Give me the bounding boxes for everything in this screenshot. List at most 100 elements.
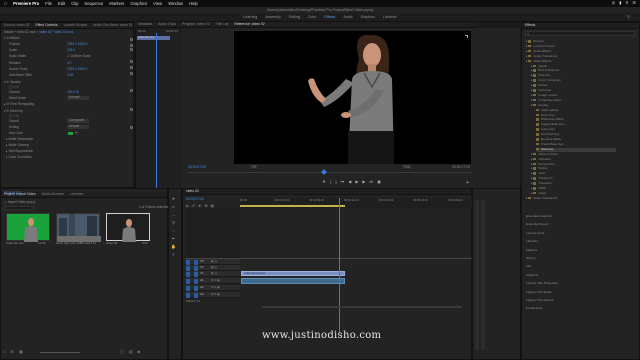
battery-icon[interactable]: ▮: [619, 0, 621, 6]
tab-source[interactable]: Source: video 02: [4, 23, 29, 27]
tab-effect-controls[interactable]: Effect Controls: [35, 23, 57, 27]
mute-solo-icon[interactable]: M S ◉: [211, 285, 220, 290]
tab-metadata[interactable]: Metadata: [138, 22, 152, 26]
thumb-video-02[interactable]: [6, 213, 50, 242]
panel-tab[interactable]: Legacy Title Actions: [526, 298, 553, 303]
reset-icon[interactable]: [130, 72, 133, 75]
timeline-ruler[interactable]: 00:00 00:00:04:23 00:00:09:23 00:00:14:23 00…: [240, 198, 472, 208]
timeline-playhead[interactable]: [338, 198, 340, 333]
source-patch-toggle[interactable]: [186, 259, 190, 265]
ec-mini-timeline[interactable]: 00:00 00:00:15 video 02.mov: [135, 28, 180, 188]
panel-tab[interactable]: Info: [526, 265, 531, 269]
eyedropper-icon[interactable]: ✑: [75, 130, 78, 136]
quality-select[interactable]: Full: [402, 165, 412, 170]
track-target-toggle[interactable]: [194, 285, 198, 291]
position-value[interactable]: 1920.0 1080.0: [67, 42, 87, 47]
fx-row-anchor[interactable]: Anchor Point: [9, 67, 27, 72]
eye-icon[interactable]: ◉ ◎: [211, 271, 217, 276]
reset-icon[interactable]: [130, 44, 133, 47]
rotation-value[interactable]: 0.0: [67, 61, 71, 66]
output-select[interactable]: Composite: [67, 118, 89, 123]
fx-row-time-remap[interactable]: ▸ fx Time Remapping: [4, 102, 34, 107]
ec-clip-chip[interactable]: video 02.mov: [137, 35, 170, 40]
thumb-sequence[interactable]: [106, 213, 150, 242]
track-target-toggle[interactable]: [194, 259, 198, 265]
clip-video-02[interactable]: video 02.mov [V]: [241, 271, 345, 276]
video-frame[interactable]: [234, 31, 471, 164]
fx-row-rotation[interactable]: Rotation: [9, 61, 21, 66]
source-patch-toggle[interactable]: [186, 265, 190, 271]
go-to-out-icon[interactable]: ⏭: [370, 179, 374, 185]
panel-tab[interactable]: History: [526, 256, 536, 261]
lock-icon[interactable]: □: [3, 349, 5, 355]
mute-solo-icon[interactable]: M S ◉: [211, 278, 220, 283]
reset-icon[interactable]: [130, 66, 133, 69]
ec-playhead[interactable]: [156, 33, 157, 188]
track-target-toggle[interactable]: [194, 278, 198, 284]
key-color-swatch[interactable]: [68, 132, 73, 135]
fx-row-position[interactable]: Position: [9, 42, 20, 47]
source-patch-toggle[interactable]: [186, 285, 190, 291]
razor-icon[interactable]: ⚲: [171, 220, 176, 225]
fx-row-color-correction[interactable]: ▸ Color Correction: [6, 155, 32, 160]
mark-in-icon[interactable]: {: [330, 179, 331, 185]
panel-tab[interactable]: Markers: [526, 248, 537, 253]
menu-list-icon[interactable]: ☰: [632, 0, 636, 6]
slip-tool-icon[interactable]: ⇔: [171, 228, 176, 233]
track-target-toggle[interactable]: [194, 292, 198, 298]
fx-row-motion[interactable]: ▾ fx Motion: [4, 36, 19, 41]
fx-row-spill-suppression[interactable]: ▸ Spill Suppression: [6, 149, 33, 154]
workspace-search-icon[interactable]: ⚲: [627, 14, 630, 20]
timeline-timecode[interactable]: 00:00:07:03: [186, 197, 204, 201]
zoom-slider[interactable]: [40, 352, 80, 353]
fx-row-setting[interactable]: Setting: [9, 125, 19, 130]
fx-row-matte-cleanup[interactable]: ▸ Matte Cleanup: [6, 143, 29, 148]
panel-tab[interactable]: Libraries: [526, 239, 538, 244]
search-icon[interactable]: ⚲: [625, 0, 628, 6]
fx-row-key-color[interactable]: Key Color: [9, 131, 23, 136]
workspace-assembly[interactable]: Assembly: [265, 15, 281, 19]
tab-sequence[interactable]: video 02: [186, 189, 199, 193]
program-scrubber[interactable]: [188, 172, 471, 173]
panel-tab[interactable]: Essential Graphics: [526, 214, 552, 219]
reset-icon[interactable]: [130, 108, 133, 111]
add-button-icon[interactable]: +: [466, 180, 469, 186]
panel-tab[interactable]: Productions: [526, 307, 542, 311]
reset-icon[interactable]: [130, 126, 133, 129]
source-patch-toggle[interactable]: [186, 292, 190, 298]
apple-icon[interactable]: : [4, 1, 7, 6]
tab-audio-track[interactable]: Audio Track: [158, 22, 176, 26]
eye-icon[interactable]: ◉ ◎: [211, 265, 217, 270]
track-target-toggle[interactable]: [194, 271, 198, 277]
new-bin-icon[interactable]: ▢: [120, 349, 124, 355]
expand-icon[interactable]: [465, 35, 468, 38]
tab-effects[interactable]: Effects: [525, 23, 535, 27]
source-patch-toggle[interactable]: [186, 271, 190, 277]
workspace-effects[interactable]: Effects: [324, 15, 335, 19]
menu-file[interactable]: File: [45, 1, 52, 6]
play-icon[interactable]: ▶: [355, 179, 358, 185]
icon-view-icon[interactable]: ▦: [19, 349, 23, 355]
menu-help[interactable]: Help: [189, 1, 198, 6]
workspace-graphics[interactable]: Graphics: [361, 15, 375, 19]
program-timecode-left[interactable]: 00:00:07:03: [188, 165, 206, 169]
type-tool-icon[interactable]: T: [171, 252, 176, 257]
panel-tab[interactable]: Lumetri Title Properties: [526, 281, 558, 286]
pen-icon[interactable]: ✒: [171, 236, 176, 241]
track-select-icon[interactable]: ⇨: [171, 204, 176, 209]
track-target-toggle[interactable]: [194, 265, 198, 271]
menu-sequence[interactable]: Sequence: [84, 1, 103, 6]
effects-search-input[interactable]: ⚲: [525, 31, 635, 36]
uniform-scale-checkbox[interactable]: ☑ Uniform Scale: [67, 54, 91, 59]
fx-row-blend-mode[interactable]: Blend Mode: [9, 96, 26, 101]
workspace-learning[interactable]: Learning: [243, 15, 257, 19]
fx-row-antiflicker[interactable]: Anti-flicker Filter: [9, 73, 32, 78]
menu-graphics[interactable]: Graphics: [130, 1, 147, 6]
list-view-icon[interactable]: ☰: [10, 349, 14, 355]
menu-markers[interactable]: Markers: [109, 1, 124, 6]
step-back-icon[interactable]: ◀: [348, 179, 351, 185]
source-patch-toggle[interactable]: [186, 278, 190, 284]
app-name[interactable]: Premiere Pro: [13, 1, 39, 6]
selection-tool-icon[interactable]: ➤: [171, 196, 176, 201]
tab-audio-clip-mixer[interactable]: Audio Clip Mixer: video 02: [93, 23, 132, 27]
